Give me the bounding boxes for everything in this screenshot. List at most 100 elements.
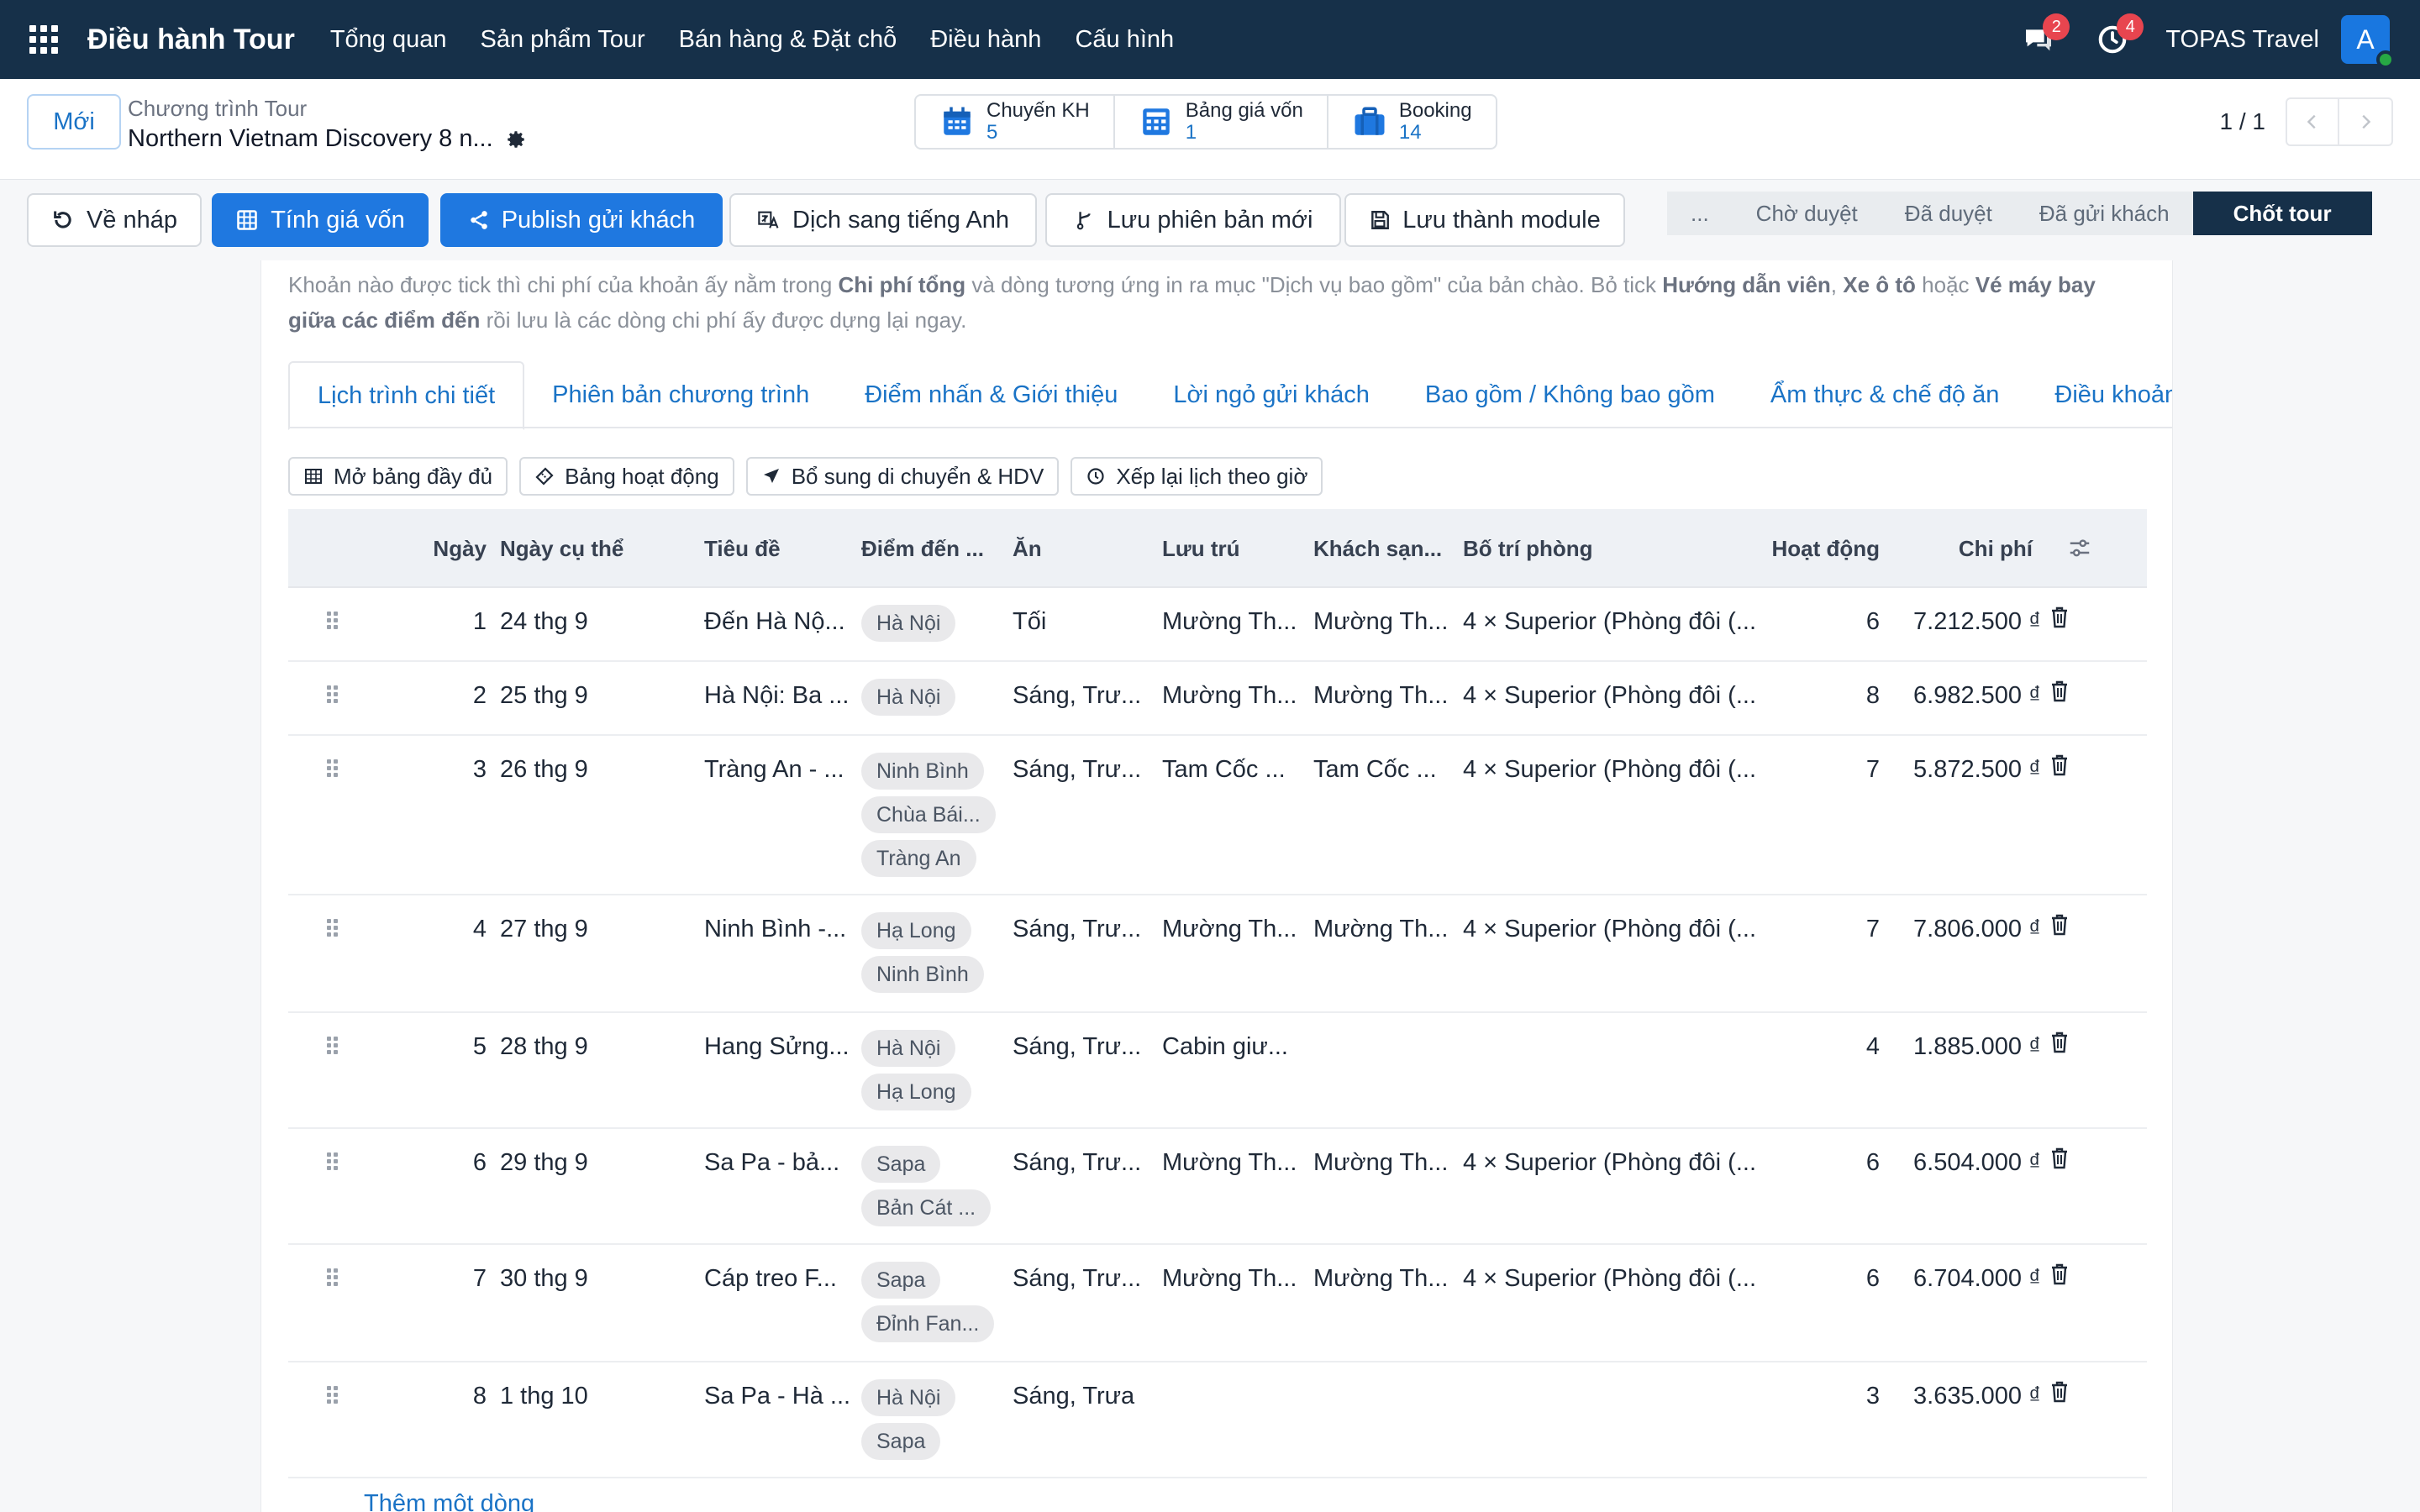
pager-value[interactable]: 1 / 1 <box>2220 108 2265 135</box>
status-stage-sent[interactable]: Đã gửi khách <box>2016 192 2193 235</box>
menu-item-tour-products[interactable]: Sản phẩm Tour <box>480 26 644 54</box>
app-brand[interactable]: Điều hành Tour <box>87 24 295 56</box>
cell-meals[interactable]: Sáng, Trư... <box>1013 916 1154 943</box>
cell-hotel[interactable]: Mường Th... <box>1313 1265 1456 1293</box>
compute-cost-button[interactable]: Tính giá vốn <box>212 193 429 247</box>
cell-rooms[interactable]: 4 × Superior (Phòng đôi (... <box>1463 916 1765 943</box>
cell-destinations[interactable]: Hà Nội Sapa <box>861 1379 1004 1467</box>
cell-stay[interactable]: Cabin giư... <box>1162 1033 1305 1061</box>
cell-title[interactable]: Cáp treo F... <box>704 1265 852 1293</box>
reset-to-draft-button[interactable]: Về nháp <box>27 193 202 247</box>
tab-highlights[interactable]: Điểm nhấn & Giới thiệu <box>837 361 1145 428</box>
cell-destinations[interactable]: Ninh Bình Chùa Bái... Tràng An <box>861 753 1004 884</box>
smart-button-cost-sheet[interactable]: Bảng giá vốn 1 <box>1115 96 1328 148</box>
add-line-link[interactable]: Thêm một dòng <box>364 1490 534 1512</box>
cell-date[interactable]: 26 thg 9 <box>500 756 685 784</box>
cell-meals[interactable]: Sáng, Trư... <box>1013 1265 1154 1293</box>
cell-destinations[interactable]: Hà Nội <box>861 605 1004 648</box>
cell-cost[interactable]: 7.212.500 ₫ <box>1893 608 2041 636</box>
cell-activities[interactable]: 6 <box>1801 608 1880 636</box>
save-as-module-button[interactable]: Lưu thành module <box>1344 193 1625 247</box>
cell-title[interactable]: Hang Sửng... <box>704 1033 852 1061</box>
activity-table-button[interactable]: Bảng hoạt động <box>519 457 734 496</box>
menu-item-operations[interactable]: Điều hành <box>930 26 1041 54</box>
status-stage-approved[interactable]: Đã duyệt <box>1881 192 2016 235</box>
cell-cost[interactable]: 7.806.000 ₫ <box>1893 916 2041 943</box>
cell-day[interactable]: 2 <box>428 682 487 710</box>
cell-activities[interactable]: 8 <box>1801 682 1880 710</box>
cell-rooms[interactable]: 4 × Superior (Phòng đôi (... <box>1463 608 1765 636</box>
drag-handle-icon[interactable] <box>327 685 340 706</box>
optional-columns-toggle[interactable] <box>2056 509 2103 588</box>
table-row[interactable]: 6 29 thg 9 Sa Pa - bả... Sapa Bản Cát ... Sán… <box>288 1129 2147 1245</box>
column-header-hotel[interactable]: Khách sạn... <box>1313 509 1442 588</box>
cell-stay[interactable]: Mường Th... <box>1162 608 1305 636</box>
new-record-button[interactable]: Mới <box>27 94 121 150</box>
delete-row-trash-icon[interactable] <box>2049 914 2070 940</box>
delete-row-trash-icon[interactable] <box>2049 606 2070 633</box>
cell-activities[interactable]: 4 <box>1801 1033 1880 1061</box>
column-header-rooms[interactable]: Bố trí phòng <box>1463 509 1593 588</box>
cell-title[interactable]: Ninh Bình -... <box>704 916 852 943</box>
cell-hotel[interactable]: Mường Th... <box>1313 1149 1456 1177</box>
column-header-date[interactable]: Ngày cụ thể <box>500 509 623 588</box>
delete-row-trash-icon[interactable] <box>2049 1032 2070 1058</box>
cell-title[interactable]: Sa Pa - bả... <box>704 1149 852 1177</box>
status-stage-confirmed[interactable]: Chốt tour <box>2192 192 2372 235</box>
cell-cost[interactable]: 6.504.000 ₫ <box>1893 1149 2041 1177</box>
open-full-table-button[interactable]: Mở bảng đầy đủ <box>288 457 508 496</box>
add-transport-guide-button[interactable]: Bổ sung di chuyển & HDV <box>745 457 1060 496</box>
cell-title[interactable]: Tràng An - ... <box>704 756 852 784</box>
drag-handle-icon[interactable] <box>327 759 340 780</box>
tab-cuisine[interactable]: Ẩm thực & chế độ ăn <box>1743 361 2028 428</box>
smart-button-bookings[interactable]: Booking 14 <box>1328 96 1496 148</box>
drag-handle-icon[interactable] <box>327 1152 340 1173</box>
cell-title[interactable]: Hà Nội: Ba ... <box>704 682 852 710</box>
delete-row-trash-icon[interactable] <box>2049 680 2070 706</box>
breadcrumb-parent[interactable]: Chương trình Tour <box>128 96 527 122</box>
publish-button[interactable]: Publish gửi khách <box>440 193 723 247</box>
cell-rooms[interactable]: 4 × Superior (Phòng đôi (... <box>1463 1265 1765 1293</box>
drag-handle-icon[interactable] <box>327 612 340 632</box>
cell-rooms[interactable]: 4 × Superior (Phòng đôi (... <box>1463 756 1765 784</box>
tab-inclusions[interactable]: Bao gồm / Không bao gồm <box>1397 361 1743 428</box>
cell-hotel[interactable]: Mường Th... <box>1313 916 1456 943</box>
cell-rooms[interactable]: 4 × Superior (Phòng đôi (... <box>1463 682 1765 710</box>
cell-activities[interactable]: 7 <box>1801 916 1880 943</box>
drag-handle-icon[interactable] <box>327 919 340 939</box>
cell-cost[interactable]: 3.635.000 ₫ <box>1893 1383 2041 1410</box>
cell-day[interactable]: 5 <box>428 1033 487 1061</box>
cell-date[interactable]: 28 thg 9 <box>500 1033 685 1061</box>
messages-button[interactable]: 2 <box>2018 13 2070 60</box>
table-row[interactable]: 8 1 thg 10 Sa Pa - Hà ... Hà Nội Sapa Sáng, T… <box>288 1362 2147 1478</box>
delete-row-trash-icon[interactable] <box>2049 754 2070 780</box>
cell-title[interactable]: Sa Pa - Hà ... <box>704 1383 852 1410</box>
cell-cost[interactable]: 5.872.500 ₫ <box>1893 756 2041 784</box>
cell-stay[interactable]: Mường Th... <box>1162 1149 1305 1177</box>
cell-activities[interactable]: 6 <box>1801 1265 1880 1293</box>
cell-rooms[interactable]: 4 × Superior (Phòng đôi (... <box>1463 1149 1765 1177</box>
tab-program-versions[interactable]: Phiên bản chương trình <box>524 361 837 428</box>
cell-activities[interactable]: 3 <box>1801 1383 1880 1410</box>
cell-meals[interactable]: Sáng, Trư... <box>1013 1033 1154 1061</box>
cell-date[interactable]: 27 thg 9 <box>500 916 685 943</box>
cell-meals[interactable]: Sáng, Trưa <box>1013 1383 1154 1410</box>
cell-hotel[interactable]: Mường Th... <box>1313 608 1456 636</box>
cell-hotel[interactable]: Tam Cốc ... <box>1313 756 1456 784</box>
cell-destinations[interactable]: Hạ Long Ninh Bình <box>861 912 1004 1000</box>
cell-stay[interactable]: Mường Th... <box>1162 682 1305 710</box>
activities-button[interactable]: 4 <box>2091 13 2144 60</box>
cell-day[interactable]: 3 <box>428 756 487 784</box>
cell-date[interactable]: 30 thg 9 <box>500 1265 685 1293</box>
status-more-button[interactable]: ... <box>1667 192 1733 235</box>
tab-terms[interactable]: Điều khoản ( <box>2027 361 2172 428</box>
tab-customer-letter[interactable]: Lời ngỏ gửi khách <box>1145 361 1397 428</box>
cell-cost[interactable]: 6.982.500 ₫ <box>1893 682 2041 710</box>
drag-handle-icon[interactable] <box>327 1268 340 1289</box>
gear-icon[interactable] <box>505 129 527 150</box>
tab-detailed-itinerary[interactable]: Lịch trình chi tiết <box>288 361 525 430</box>
cell-meals[interactable]: Tối <box>1013 608 1154 636</box>
cell-stay[interactable]: Tam Cốc ... <box>1162 756 1305 784</box>
table-row[interactable]: 1 24 thg 9 Đến Hà Nộ... Hà Nội Tối Mường Th..… <box>288 588 2147 662</box>
cell-meals[interactable]: Sáng, Trư... <box>1013 682 1154 710</box>
